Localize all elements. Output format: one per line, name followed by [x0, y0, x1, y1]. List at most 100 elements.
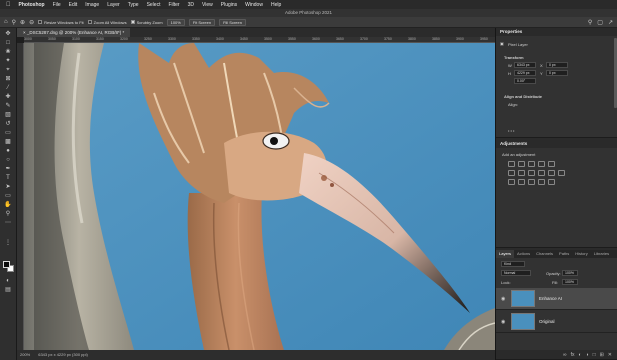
black-white-icon[interactable] — [528, 170, 535, 176]
zoom-tool-icon[interactable]: ⚲ — [3, 211, 13, 218]
menu-image[interactable]: Image — [85, 2, 99, 8]
type-tool-icon[interactable]: T — [3, 175, 13, 182]
dodge-tool-icon[interactable]: ○ — [3, 157, 13, 164]
quick-mask-icon[interactable]: ◐ — [3, 278, 13, 285]
menu-view[interactable]: View — [202, 2, 213, 8]
shape-tool-icon[interactable]: ▭ — [3, 193, 13, 200]
tab-paths[interactable]: Paths — [556, 250, 572, 258]
menu-filter[interactable]: Filter — [168, 2, 179, 8]
tab-history[interactable]: History — [572, 250, 590, 258]
visibility-eye-icon[interactable]: ◉ — [501, 319, 505, 325]
brush-tool-icon[interactable]: ✎ — [3, 103, 13, 110]
width-field[interactable]: 6343 px — [514, 62, 536, 68]
edit-toolbar-icon[interactable]: ⋮ — [3, 240, 13, 247]
threshold-icon[interactable] — [528, 179, 535, 185]
document-tab[interactable]: × _DSC5287.dng @ 200% (Enhance AI, RGB/8… — [17, 28, 131, 37]
transform-section-label[interactable]: Transform — [504, 55, 524, 60]
new-layer-icon[interactable]: ⊞ — [600, 352, 604, 358]
blur-tool-icon[interactable]: ● — [3, 148, 13, 155]
zoom-all-windows-checkbox[interactable]: Zoom All Windows — [87, 20, 127, 25]
zoom-out-icon[interactable]: ⊖ — [29, 19, 34, 26]
crop-tool-icon[interactable]: ⌖ — [3, 67, 13, 74]
layer-row[interactable]: ◉ Enhance AI — [496, 288, 617, 310]
search-icon[interactable]: ⚲ — [588, 19, 592, 26]
curves-icon[interactable] — [528, 161, 535, 167]
status-zoom[interactable]: 200% — [20, 350, 30, 360]
properties-title[interactable]: Properties — [496, 28, 617, 36]
gradient-tool-icon[interactable]: ▩ — [3, 139, 13, 146]
path-select-tool-icon[interactable]: ➤ — [3, 184, 13, 191]
foreground-color-swatch[interactable] — [3, 261, 10, 268]
workspace-icon[interactable]: ▢ — [597, 19, 603, 26]
menu-select[interactable]: Select — [147, 2, 161, 8]
menu-window[interactable]: Window — [245, 2, 263, 8]
opacity-field[interactable]: 100% — [562, 270, 578, 276]
tab-channels[interactable]: Channels — [533, 250, 556, 258]
pen-tool-icon[interactable]: ✒ — [3, 166, 13, 173]
move-tool-icon[interactable]: ✥ — [3, 31, 13, 38]
tab-layers[interactable]: Layers — [496, 250, 515, 258]
tab-libraries[interactable]: Libraries — [591, 250, 612, 258]
new-group-icon[interactable]: □ — [593, 352, 596, 358]
layer-row[interactable]: ◉ Original — [496, 311, 617, 333]
document-canvas[interactable] — [24, 43, 495, 350]
resize-windows-checkbox[interactable]: Resize Windows to Fit — [38, 20, 84, 25]
scrubby-zoom-checkbox[interactable]: Scrubby Zoom — [130, 20, 163, 25]
y-field[interactable]: 0 px — [546, 70, 568, 76]
menu-layer[interactable]: Layer — [107, 2, 120, 8]
fill-screen-button[interactable]: Fill Screen — [219, 18, 246, 26]
height-field[interactable]: 4229 px — [514, 70, 536, 76]
stamp-tool-icon[interactable]: ▧ — [3, 112, 13, 119]
hue-saturation-icon[interactable] — [508, 170, 515, 176]
more-tools-icon[interactable]: ⋯ — [3, 220, 13, 227]
color-balance-icon[interactable] — [518, 170, 525, 176]
healing-tool-icon[interactable]: ✚ — [3, 94, 13, 101]
menu-type[interactable]: Type — [128, 2, 139, 8]
quick-select-tool-icon[interactable]: ✦ — [3, 58, 13, 65]
home-icon[interactable]: ⌂ — [4, 19, 8, 25]
brightness-icon[interactable] — [508, 161, 515, 167]
marquee-tool-icon[interactable]: □ — [3, 40, 13, 47]
frame-tool-icon[interactable]: ⊠ — [3, 76, 13, 83]
menu-edit[interactable]: Edit — [69, 2, 78, 8]
invert-icon[interactable] — [508, 179, 515, 185]
channel-mixer-icon[interactable] — [548, 170, 555, 176]
photo-filter-icon[interactable] — [538, 170, 545, 176]
fx-icon[interactable]: fx — [571, 352, 575, 358]
visibility-eye-icon[interactable]: ◉ — [501, 296, 505, 302]
fill-field[interactable]: 100% — [562, 279, 578, 285]
zoom-in-icon[interactable]: ⊕ — [20, 19, 25, 26]
selective-color-icon[interactable] — [548, 179, 555, 185]
color-lookup-icon[interactable] — [558, 170, 565, 176]
menu-3d[interactable]: 3D — [188, 2, 194, 8]
link-layers-icon[interactable]: ∞ — [563, 352, 567, 358]
apple-icon[interactable]:  — [6, 2, 11, 8]
zoom-value-field[interactable]: 100% — [166, 18, 185, 26]
angle-field[interactable]: 0.00° — [514, 78, 536, 84]
history-brush-tool-icon[interactable]: ↺ — [3, 121, 13, 128]
align-distribute-label[interactable]: Align and Distribute — [504, 94, 542, 99]
x-field[interactable]: 0 px — [546, 62, 568, 68]
gradient-map-icon[interactable] — [538, 179, 545, 185]
menu-help[interactable]: Help — [271, 2, 281, 8]
adjustments-title[interactable]: Adjustments — [496, 140, 617, 148]
levels-icon[interactable] — [518, 161, 525, 167]
tab-actions[interactable]: Actions — [514, 250, 533, 258]
screen-mode-icon[interactable]: ▤ — [3, 287, 13, 294]
vibrance-icon[interactable] — [548, 161, 555, 167]
hand-tool-icon[interactable]: ✋ — [3, 202, 13, 209]
exposure-icon[interactable] — [538, 161, 545, 167]
menu-plugins[interactable]: Plugins — [221, 2, 237, 8]
lasso-tool-icon[interactable]: ❀ — [3, 49, 13, 56]
add-mask-icon[interactable]: ◐ — [579, 352, 582, 358]
zoom-tool-icon[interactable]: ⚲ — [12, 19, 16, 26]
more-options-label[interactable]: • • • — [508, 128, 514, 133]
eraser-tool-icon[interactable]: ▭ — [3, 130, 13, 137]
posterize-icon[interactable] — [518, 179, 525, 185]
share-icon[interactable]: ↗ — [608, 19, 613, 26]
menu-photoshop[interactable]: Photoshop — [19, 2, 45, 8]
delete-layer-icon[interactable]: ✕ — [608, 352, 612, 358]
menu-file[interactable]: File — [53, 2, 61, 8]
fit-screen-button[interactable]: Fit Screen — [188, 18, 216, 26]
blend-mode-select[interactable]: Normal — [501, 270, 531, 276]
